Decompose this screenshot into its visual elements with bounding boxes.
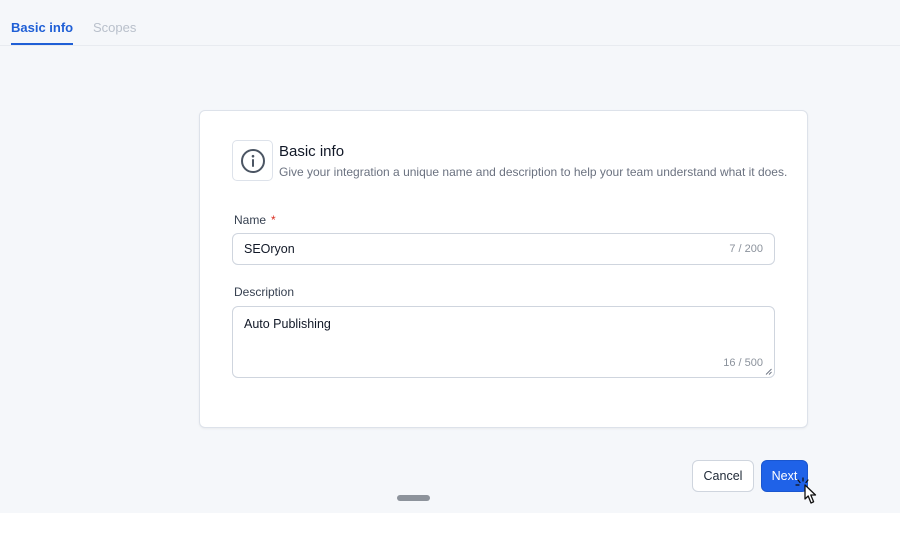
name-char-counter: 7 / 200	[729, 243, 763, 255]
card-subtitle: Give your integration a unique name and …	[279, 165, 788, 179]
description-char-counter: 16 / 500	[723, 357, 763, 369]
description-input-value: Auto Publishing	[244, 317, 331, 331]
drag-handle[interactable]	[397, 495, 430, 501]
description-label: Description	[234, 285, 295, 299]
app-window: Basic info Scopes Basic info Give your i…	[0, 0, 900, 513]
resize-grip-icon[interactable]	[765, 368, 772, 375]
card-title: Basic info	[279, 143, 345, 160]
description-textarea[interactable]: Auto Publishing 16 / 500	[232, 306, 775, 378]
info-icon	[240, 148, 265, 173]
next-button[interactable]: Next	[761, 460, 808, 492]
name-input[interactable]: SEOryon 7 / 200	[232, 233, 775, 265]
name-label-text: Name	[234, 213, 267, 227]
required-marker: *	[271, 213, 276, 227]
name-input-value: SEOryon	[244, 242, 295, 256]
info-icon-box	[232, 140, 273, 181]
name-label: Name *	[234, 213, 276, 227]
tab-basic-info[interactable]: Basic info	[11, 20, 74, 45]
cancel-button[interactable]: Cancel	[692, 460, 754, 492]
tab-scopes[interactable]: Scopes	[93, 20, 136, 36]
step-tabs: Basic info Scopes	[0, 0, 900, 46]
basic-info-card: Basic info Give your integration a uniqu…	[199, 110, 808, 428]
